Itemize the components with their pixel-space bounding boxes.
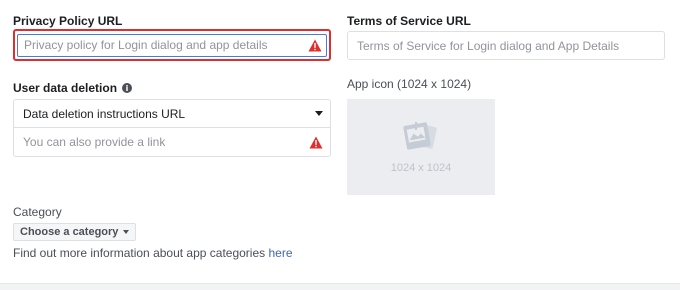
privacy-policy-input[interactable]: Privacy policy for Login dialog and app … [13, 29, 331, 61]
terms-of-service-label-text: Terms of Service URL [347, 14, 471, 28]
category-label: Category [13, 205, 62, 219]
privacy-policy-input-inner[interactable]: Privacy policy for Login dialog and app … [17, 33, 327, 57]
info-icon[interactable]: i [122, 83, 133, 93]
user-data-deletion-label: User data deletion i [13, 81, 133, 95]
category-label-text: Category [13, 205, 62, 219]
app-icon-size-text: 1024 x 1024 [390, 162, 452, 174]
chevron-down-icon [315, 111, 323, 116]
data-deletion-select[interactable]: Data deletion instructions URL [13, 99, 331, 128]
terms-of-service-label: Terms of Service URL [347, 14, 471, 28]
choose-category-button[interactable]: Choose a category [13, 223, 137, 241]
section-divider [0, 283, 680, 290]
choose-category-label: Choose a category [20, 226, 119, 238]
category-help-text-body: Find out more information about app cate… [13, 246, 266, 260]
chevron-down-icon [123, 230, 130, 234]
app-icon-label-text: App icon (1024 x 1024) [347, 77, 472, 91]
data-deletion-link-placeholder: You can also provide a link [23, 135, 166, 149]
terms-of-service-placeholder: Terms of Service for Login dialog and Ap… [357, 38, 620, 53]
privacy-policy-label-text: Privacy Policy URL [13, 14, 123, 28]
user-data-deletion-label-text: User data deletion [13, 81, 118, 95]
privacy-policy-label: Privacy Policy URL [13, 14, 122, 28]
privacy-policy-placeholder: Privacy policy for Login dialog and app … [24, 38, 268, 52]
terms-of-service-input[interactable]: Terms of Service for Login dialog and Ap… [347, 31, 665, 60]
app-icon-upload[interactable]: 1024 x 1024 [347, 99, 495, 195]
app-icon-label: App icon (1024 x 1024) [347, 77, 471, 91]
category-help-link[interactable]: here [269, 246, 293, 260]
warning-icon [309, 136, 323, 148]
category-help-text: Find out more information about app cate… [13, 246, 293, 260]
data-deletion-select-value: Data deletion instructions URL [23, 106, 186, 121]
image-placeholder-icon [403, 122, 437, 150]
warning-icon [308, 39, 322, 51]
data-deletion-link-input[interactable]: You can also provide a link [13, 128, 331, 157]
